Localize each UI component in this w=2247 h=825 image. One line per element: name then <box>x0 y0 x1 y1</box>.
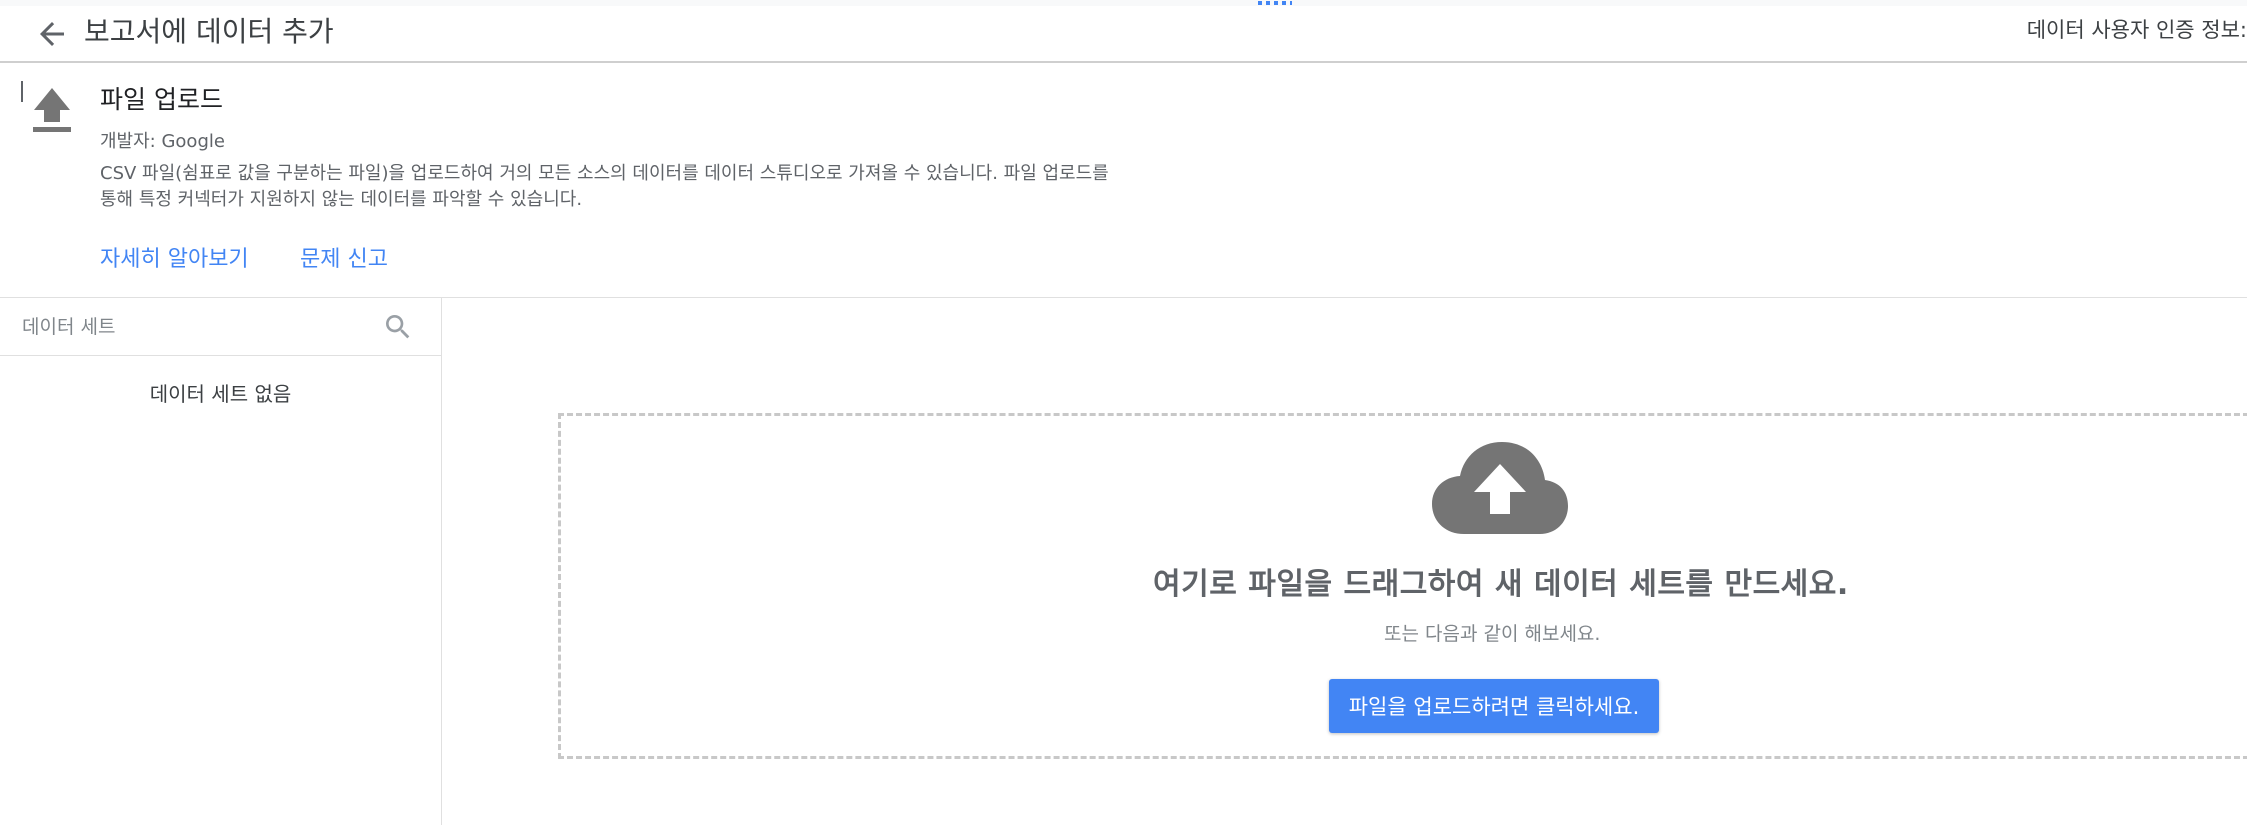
report-issue-link[interactable]: 문제 신고 <box>300 241 388 273</box>
description-line-1: CSV 파일(쉼표로 값을 구분하는 파일)을 업로드하여 거의 모든 소스의 … <box>100 163 1109 184</box>
connector-info: 파일 업로드 개발자: Google CSV 파일(쉼표로 값을 구분하는 파일… <box>0 63 2247 298</box>
connector-developer: 개발자: Google <box>100 131 225 152</box>
data-credentials-label[interactable]: 데이터 사용자 인증 정보: <box>2027 14 2247 44</box>
dataset-search-row <box>0 298 441 356</box>
header-bar: 보고서에 데이터 추가 데이터 사용자 인증 정보: <box>0 6 2247 63</box>
learn-more-link[interactable]: 자세히 알아보기 <box>100 241 249 273</box>
drag-handle[interactable] <box>1258 1 1292 5</box>
search-icon[interactable] <box>382 311 414 343</box>
arrow-back-icon[interactable] <box>34 16 70 52</box>
connector-description: CSV 파일(쉼표로 값을 구분하는 파일)을 업로드하여 거의 모든 소스의 … <box>100 161 1220 213</box>
connector-title: 파일 업로드 <box>100 85 223 114</box>
upload-icon <box>33 88 71 132</box>
cloud-upload-icon <box>1432 442 1568 534</box>
page-title: 보고서에 데이터 추가 <box>84 15 334 48</box>
description-line-2: 통해 특정 커넥터가 지원하지 않는 데이터를 파악할 수 있습니다. <box>100 189 583 210</box>
dataset-sidebar: 데이터 세트 없음 <box>0 298 442 825</box>
upload-file-button[interactable]: 파일을 업로드하려면 클릭하세요. <box>1329 679 1659 733</box>
drop-zone-title: 여기로 파일을 드래그하여 새 데이터 세트를 만드세요. <box>1153 567 1849 602</box>
no-dataset-message: 데이터 세트 없음 <box>149 382 292 406</box>
drop-zone-subtitle: 또는 다음과 같이 해보세요. <box>1384 623 1601 645</box>
back-button[interactable] <box>34 16 70 52</box>
text-cursor <box>21 81 23 102</box>
dataset-search-input[interactable] <box>20 308 364 346</box>
